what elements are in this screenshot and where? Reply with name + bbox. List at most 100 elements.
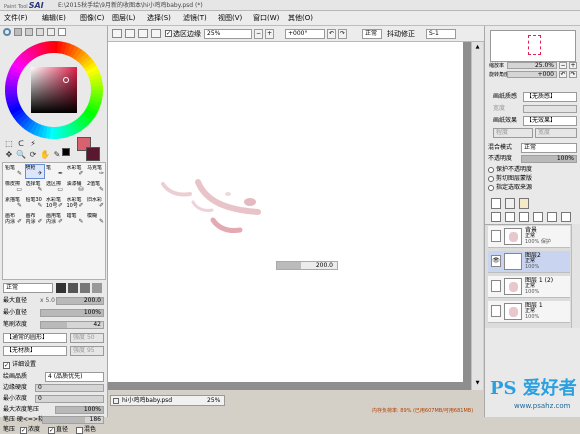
scratchpad-icon[interactable] [58, 28, 66, 36]
nav-zoom-in-button[interactable]: + [569, 62, 577, 69]
hsv-slider-icon[interactable] [25, 28, 33, 36]
brush-shape-2-icon[interactable] [68, 283, 78, 293]
brush-blend-select[interactable]: 正常 [3, 283, 53, 293]
density-slider[interactable]: 42 [40, 321, 104, 329]
menu-view[interactable]: 视图(V) [218, 13, 242, 24]
brush-shape-1-icon[interactable] [56, 283, 66, 293]
layer-row[interactable]: 背景 正常 100% 保护 [488, 226, 570, 248]
min-density-slider[interactable]: 0 [35, 395, 104, 403]
layer-row[interactable]: 图层 1 正常 100% [488, 301, 570, 323]
max-pressure-slider[interactable]: 100% [55, 406, 104, 414]
rotate-right-button[interactable]: ↷ [338, 29, 347, 39]
paper-effect-select[interactable]: 【无效果】 [523, 116, 577, 126]
brush-tool-2[interactable]: 笔 ✒ [45, 164, 65, 179]
texture-select[interactable]: 【无材质】 [3, 346, 67, 356]
stabilizer-select[interactable]: S-1 [426, 29, 456, 39]
selection-edge-checkbox[interactable]: ✓ [165, 30, 172, 37]
copy-layer-icon[interactable] [491, 212, 501, 222]
paper-texture-select[interactable]: 【无质感】 [523, 92, 577, 102]
brush-tool-12[interactable]: 水彩笔 10号 ✐ [45, 196, 65, 211]
layer-visibility-icon[interactable] [491, 230, 501, 242]
paper-effect-width[interactable]: 宽度 [535, 128, 577, 138]
brush-tool-9[interactable]: 2值笔 ✎ [86, 180, 106, 195]
secondary-color-swatch[interactable] [86, 147, 100, 161]
tab-close-icon[interactable] [113, 398, 119, 404]
nav-angle-slider[interactable]: +000 [507, 71, 557, 78]
clear-layer-icon[interactable] [519, 212, 529, 222]
lasso-icon[interactable]: ᑕ [15, 139, 27, 149]
nav-zoom-slider[interactable]: 25.0% [507, 62, 557, 69]
brush-tool-14[interactable]: 旧水彩 ✐ [86, 196, 106, 211]
brush-tool-0[interactable]: 铅笔 ✎ [4, 164, 24, 179]
swatch-icon[interactable] [47, 28, 55, 36]
shape-strength[interactable]: 强度 50 [70, 333, 104, 343]
brush-tool-5[interactable]: 橡皮擦 ▭ [4, 180, 24, 195]
brush-shape-4-icon[interactable] [92, 283, 102, 293]
navigator-preview[interactable] [490, 30, 576, 62]
layer-visibility-icon[interactable] [491, 305, 501, 317]
swap-color-icon[interactable] [62, 148, 70, 156]
brush-tool-8[interactable]: 油漆桶 ⛁ [66, 180, 86, 195]
layer-blend-select[interactable]: 正常 [521, 143, 577, 153]
menu-layer[interactable]: 图层(L) [112, 13, 135, 24]
move-icon[interactable]: ✥ [3, 150, 15, 160]
brush-tool-16[interactable]: 画布 内涂 ✐ [25, 212, 45, 227]
zoom-icon[interactable]: 🔍 [15, 150, 27, 160]
magic-wand-icon[interactable]: ⚡ [27, 139, 39, 149]
zoom-in-button[interactable]: + [265, 29, 274, 39]
navigator-view-rect[interactable] [528, 35, 541, 55]
merge-down-icon[interactable] [547, 212, 557, 222]
nav-rotate-left-button[interactable]: ↶ [559, 71, 567, 78]
layer-mask-icon[interactable] [561, 212, 571, 222]
brush-tool-6[interactable]: 选择笔 ✎ [25, 180, 45, 195]
brush-tool-15[interactable]: 画布 内涂 ✐ [4, 212, 24, 227]
detail-settings-checkbox[interactable]: ✓ [3, 362, 10, 369]
brush-tool-3[interactable]: 水彩笔 ✐ [66, 164, 86, 179]
pressure-blend-checkbox[interactable] [76, 427, 83, 434]
document-tab[interactable]: hi小鸡鸡baby.psd 25% [110, 395, 225, 406]
pressure-density-checkbox[interactable]: ✓ [20, 427, 27, 434]
min-size-slider[interactable]: 100% [40, 309, 104, 317]
scroll-down-icon[interactable]: ▼ [474, 380, 481, 388]
quality-select[interactable]: 4 (品质优先) [45, 372, 104, 382]
brush-tool-13[interactable]: 水彩笔 10号 ✐ [66, 196, 86, 211]
drawing-canvas[interactable]: 200.0 [108, 42, 463, 382]
brush-shape-3-icon[interactable] [80, 283, 90, 293]
menu-select[interactable]: 选择(S) [147, 13, 171, 24]
paper-effect-strength[interactable]: 程度 [493, 128, 533, 138]
view-blend-select[interactable]: 正常 [362, 29, 382, 39]
scroll-up-icon[interactable]: ▲ [474, 44, 481, 52]
redo-icon[interactable] [151, 29, 161, 38]
hand-icon[interactable]: ✋ [39, 150, 51, 160]
canvas-info-icon[interactable] [112, 29, 122, 38]
brush-tool-1[interactable]: 喷枪 ✈ [24, 164, 45, 179]
rotate-left-button[interactable]: ↶ [327, 29, 336, 39]
zoom-out-button[interactable]: − [254, 29, 263, 39]
texture-strength[interactable]: 强度 95 [70, 346, 104, 356]
menu-window[interactable]: 窗口(W) [253, 13, 279, 24]
brush-shape-select[interactable]: 【通常的圆形】 [3, 333, 67, 343]
rotate-icon[interactable]: ⟳ [27, 150, 39, 160]
paper-texture-width-slider[interactable] [523, 105, 577, 113]
pressure-size-checkbox[interactable]: ✓ [48, 427, 55, 434]
angle-select[interactable]: +000° [285, 29, 325, 39]
menu-filter[interactable]: 滤镜(T) [183, 13, 207, 24]
vertical-scrollbar[interactable]: ▲ ▼ [471, 42, 483, 390]
layer-opacity-slider[interactable]: 100% [521, 155, 577, 163]
edge-hardness-slider[interactable]: 0 [35, 384, 104, 392]
brush-tool-10[interactable]: 素描笔 ✎ [4, 196, 24, 211]
pressure-slider[interactable]: 186 [42, 416, 104, 424]
undo-icon[interactable] [138, 29, 148, 38]
new-vector-layer-icon[interactable] [505, 198, 515, 209]
layer-visibility-icon[interactable] [491, 280, 501, 292]
layer-visibility-icon[interactable]: 👁 [491, 255, 501, 267]
color-wheel-mode-icon[interactable] [3, 28, 11, 36]
brush-tool-19[interactable]: 模糊 ✎ [86, 212, 106, 227]
brush-tool-7[interactable]: 选区擦 ▭ [45, 180, 65, 195]
nav-rotate-right-button[interactable]: ↷ [569, 71, 577, 78]
layer-row[interactable]: 图层 1 (2) 正常 100% [488, 276, 570, 298]
menu-canvas[interactable]: 图像(C) [80, 13, 104, 24]
protect-opacity-checkbox[interactable] [488, 167, 494, 173]
color-wheel[interactable] [4, 40, 104, 140]
max-size-slider[interactable]: 200.0 [56, 297, 104, 305]
